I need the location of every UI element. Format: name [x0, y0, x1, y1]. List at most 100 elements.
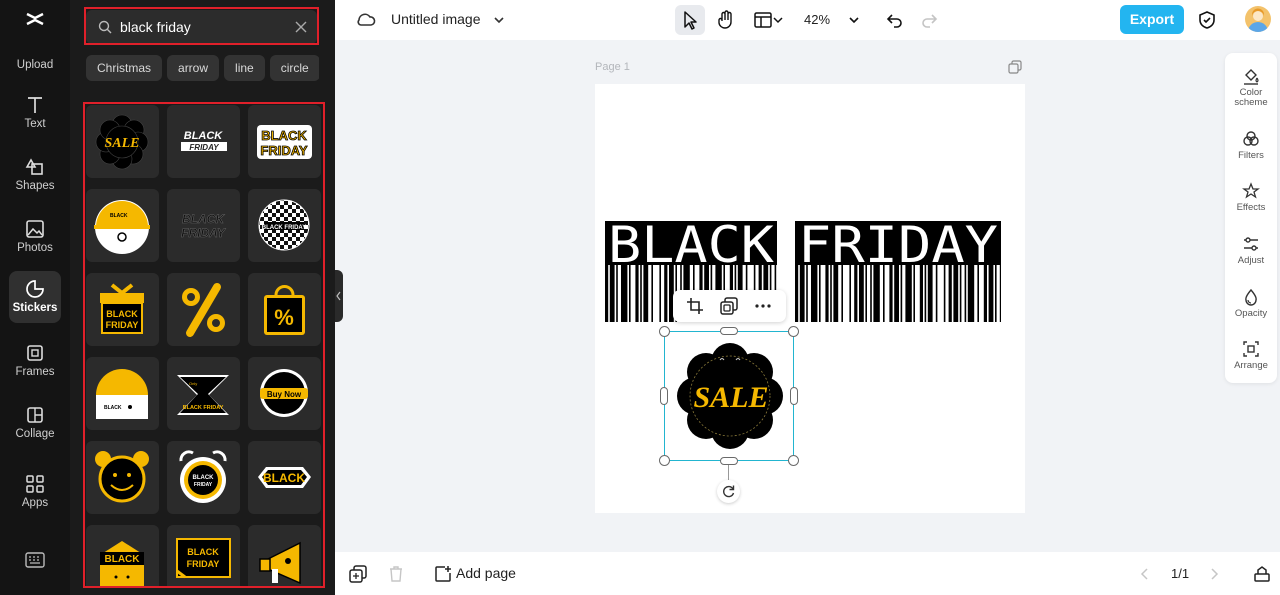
gift-box-sticker[interactable]: BLACK FRIDAY — [86, 273, 159, 346]
hourglass-sticker[interactable]: BLACK FRIDAY Only — [167, 357, 240, 430]
checker-ball-sticker[interactable]: BLACK FRIDAY — [248, 189, 321, 262]
redo-icon[interactable] — [918, 9, 940, 31]
resize-handle-bottom[interactable] — [720, 457, 738, 465]
document-title[interactable]: Untitled image — [391, 11, 481, 27]
undo-icon[interactable] — [884, 9, 906, 31]
rail-photos[interactable]: Photos — [9, 211, 61, 265]
trash-icon[interactable] — [387, 565, 405, 583]
percent-sticker[interactable] — [167, 273, 240, 346]
alarm-face-sticker[interactable] — [86, 441, 159, 514]
rotate-handle[interactable] — [717, 480, 740, 503]
chip[interactable]: line — [224, 55, 265, 81]
duplicate-page-icon[interactable] — [349, 565, 367, 583]
black-friday-frame-sticker[interactable]: BLACK FRIDAY — [167, 525, 240, 587]
tool-filters[interactable]: Filters — [1225, 130, 1277, 161]
chevron-left-icon[interactable] — [1136, 565, 1154, 583]
sticker-art: SALE — [95, 114, 149, 170]
avatar[interactable] — [1245, 6, 1271, 32]
tool-effects[interactable]: Effects — [1225, 182, 1277, 213]
envelope-sticker[interactable]: BLACK — [86, 525, 159, 587]
crop-icon[interactable] — [686, 297, 704, 315]
black-pill-sticker[interactable]: BLACK — [248, 441, 321, 514]
color-scheme-icon — [1244, 69, 1259, 85]
resize-handle-right[interactable] — [790, 387, 798, 405]
yellow-dome-sticker[interactable]: BLACK — [86, 357, 159, 430]
duplicate-page-icon[interactable] — [1008, 60, 1022, 74]
sticker-art — [259, 541, 301, 585]
rail-label: Frames — [15, 366, 55, 378]
effects-icon — [1242, 182, 1260, 199]
rail-collage[interactable]: Collage — [9, 397, 61, 451]
alarm-clock-sticker[interactable]: BLACK FRIDAY — [167, 441, 240, 514]
chip[interactable]: arrow — [167, 55, 220, 81]
rail-stickers[interactable]: Stickers — [9, 271, 61, 323]
add-page-button[interactable]: Add page — [456, 565, 516, 581]
keyboard-shortcuts-icon[interactable] — [25, 552, 45, 568]
more-options-icon[interactable] — [754, 297, 772, 315]
yellow-helmet-sticker[interactable]: BLACK — [86, 189, 159, 262]
rail-apps[interactable]: Apps — [9, 466, 61, 520]
resize-handle-bl[interactable] — [659, 455, 670, 466]
sticker-art: BLACK FRIDAY — [257, 125, 312, 159]
pages-panel-icon[interactable] — [1253, 565, 1271, 583]
megaphone-sticker[interactable] — [248, 525, 321, 587]
search-input[interactable] — [120, 10, 290, 44]
close-icon[interactable] — [295, 21, 307, 33]
chevron-down-icon[interactable] — [843, 9, 865, 31]
sticker-art: BLACK FRIDAY — [100, 283, 144, 334]
resize-handle-left[interactable] — [660, 387, 668, 405]
rail-shapes[interactable]: Shapes — [9, 149, 61, 203]
collapse-panel-handle[interactable] — [335, 270, 343, 322]
sticker-art: BLACK FRIDAY — [258, 199, 310, 251]
tool-arrange[interactable]: Arrange — [1225, 340, 1277, 371]
svg-text:FRIDAY: FRIDAY — [106, 320, 139, 330]
shopping-bag-sticker[interactable]: % — [248, 273, 321, 346]
chevron-down-icon[interactable] — [488, 9, 510, 31]
sale-flower-sticker[interactable]: SALE — [86, 105, 159, 178]
rotate-connector — [728, 465, 729, 480]
add-page-icon[interactable] — [434, 565, 452, 583]
duplicate-icon[interactable] — [720, 297, 738, 315]
rail-text[interactable]: Text — [9, 87, 61, 141]
buy-now-badge-sticker[interactable]: Buy Now — [248, 357, 321, 430]
cloud-icon[interactable] — [355, 9, 377, 31]
svg-text:BLACK: BLACK — [105, 554, 141, 565]
sticker-art: BLACK — [94, 200, 150, 254]
tool-label: Color scheme — [1234, 87, 1268, 108]
select-tool[interactable] — [675, 5, 705, 35]
black-friday-yellow-sticker[interactable]: BLACK FRIDAY — [248, 105, 321, 178]
sale-text: SALE — [693, 381, 768, 414]
svg-text:FRIDAY: FRIDAY — [194, 482, 213, 488]
black-friday-headline[interactable]: BLACK FRIDAY — [605, 221, 1001, 265]
chevron-down-icon[interactable] — [771, 9, 785, 31]
chip[interactable]: Christmas — [86, 55, 163, 81]
export-button[interactable]: Export — [1120, 5, 1184, 34]
resize-handle-tr[interactable] — [788, 326, 799, 337]
tool-adjust[interactable]: Adjust — [1225, 235, 1277, 266]
svg-text:Buy Now: Buy Now — [267, 390, 302, 399]
resize-handle-tl[interactable] — [659, 326, 670, 337]
shield-icon[interactable] — [1196, 9, 1218, 31]
resize-handle-top[interactable] — [720, 327, 738, 335]
sticker-art: BLACK — [96, 369, 148, 419]
hand-icon[interactable] — [715, 9, 737, 31]
filters-icon — [1243, 131, 1259, 146]
sticker-search[interactable] — [86, 10, 317, 44]
arrange-icon — [1243, 341, 1259, 357]
tool-color-scheme[interactable]: Color scheme — [1225, 67, 1277, 107]
svg-text:BLACK FRIDAY: BLACK FRIDAY — [262, 225, 306, 231]
svg-text:BLACK: BLACK — [182, 212, 225, 226]
resize-handle-br[interactable] — [788, 455, 799, 466]
zoom-level[interactable]: 42% — [804, 12, 830, 27]
rail-upload[interactable]: Upload — [9, 28, 61, 82]
rail-label: Shapes — [15, 180, 55, 192]
chevron-right-icon[interactable] — [1205, 565, 1223, 583]
rail-frames[interactable]: Frames — [9, 335, 61, 389]
barcode-graphic[interactable] — [605, 264, 1001, 322]
black-friday-brush-sticker[interactable]: BLACK FRIDAY — [167, 105, 240, 178]
capcut-logo[interactable] — [24, 8, 46, 30]
selected-sticker-frame[interactable]: SALE — [664, 331, 794, 461]
tool-opacity[interactable]: Opacity — [1225, 288, 1277, 319]
black-friday-outline-sticker[interactable]: BLACK FRIDAY — [167, 189, 240, 262]
chip[interactable]: circle — [269, 55, 319, 81]
